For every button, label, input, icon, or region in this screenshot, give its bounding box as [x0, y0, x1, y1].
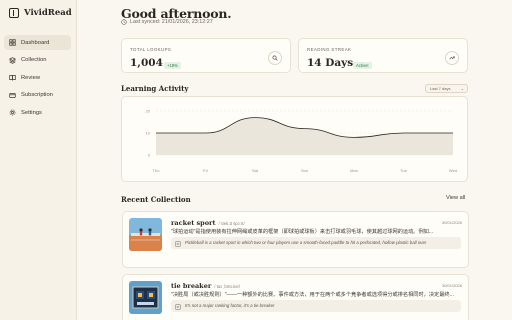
x-tick-label: Mon [350, 168, 358, 173]
stat-label: TOTAL LOOKUPS [130, 47, 172, 52]
activity-chart: 0 10 20 Thu Fri Sat Sun Mon Tue Wed [146, 109, 458, 174]
sidebar-item-review[interactable]: Review [4, 70, 71, 85]
x-tick-label: Sat [252, 168, 259, 173]
sidebar-nav: Dashboard Collection Review Subscription… [4, 35, 71, 123]
entry-word-text: tie breaker [171, 282, 212, 290]
entry-example-text: It's not a major ranking factor, it's a … [185, 303, 275, 308]
entry-date: 30/01/2026 [441, 220, 462, 225]
collection-entry[interactable]: racket sport/ˈræk.ɪt spɔːrt/ 30/01/2026 … [122, 211, 469, 268]
reading-streak-card: READING STREAK 14 Days Active! [298, 38, 468, 73]
main-content: Good afternoon. Last synced: 21/01/2026,… [77, 0, 512, 320]
x-tick-label: Tue [400, 168, 408, 173]
sidebar-item-settings[interactable]: Settings [4, 105, 71, 120]
sidebar-item-collection[interactable]: Collection [4, 53, 71, 68]
view-all-link[interactable]: View all [446, 195, 465, 201]
entry-example: It's not a major ranking factor, it's a … [171, 300, 461, 313]
activity-chart-card: 0 10 20 Thu Fri Sat Sun Mon Tue Wed [121, 96, 468, 182]
collection-title: Recent Collection [121, 195, 191, 204]
x-tick-label: Thu [153, 168, 160, 173]
sidebar-item-label: Review [21, 74, 41, 81]
x-tick-label: Fri [203, 168, 208, 173]
sidebar-item-subscription[interactable]: Subscription [4, 88, 71, 103]
range-select-value: Last 7 days [430, 86, 451, 91]
entry-example-text: Pickleball is a racket sport in which tw… [185, 240, 427, 245]
stat-label: READING STREAK [307, 47, 352, 52]
entry-pronunciation: /ˈræk.ɪt spɔːrt/ [218, 221, 245, 226]
grid-icon [9, 39, 16, 46]
series-area [156, 117, 453, 155]
y-tick-label: 20 [146, 109, 151, 114]
activity-title: Learning Activity [121, 84, 189, 93]
sidebar-item-label: Settings [21, 109, 42, 116]
sidebar-item-label: Collection [21, 57, 47, 63]
app-name: VividRead [24, 8, 72, 18]
stat-value: 14 Days [307, 57, 354, 69]
entry-example: Pickleball is a racket sport in which tw… [171, 237, 461, 250]
sidebar-item-label: Dashboard [21, 39, 50, 46]
sidebar-item-dashboard[interactable]: Dashboard [4, 35, 71, 50]
gear-icon [9, 109, 16, 116]
entry-date: 30/01/2026 [441, 283, 462, 288]
scoreboard-image [129, 281, 162, 314]
status-badge: Active! [353, 62, 372, 69]
layers-icon [9, 56, 16, 64]
book-icon [9, 75, 16, 81]
last-synced: Last synced: 21/01/2026, 23:12:27 [121, 19, 213, 25]
clock-icon [121, 19, 127, 25]
entry-pronunciation: /ˈtaɪ ˌbreɪ.kər/ [214, 284, 241, 289]
stat-value: 1,004 [130, 57, 163, 69]
trend-up-icon[interactable] [445, 51, 459, 65]
total-lookups-card: TOTAL LOOKUPS 1,004 +18% [121, 38, 291, 73]
entry-word-text: racket sport [171, 219, 216, 227]
entry-definition: "决胜局（或决胜规则）"——一种额外的比赛、事件或方法，用于在两个或多个竞争者或… [171, 292, 454, 298]
card-icon [9, 92, 16, 98]
x-tick-label: Wed [449, 168, 457, 173]
collection-entry[interactable]: tie breaker/ˈtaɪ ˌbreɪ.kər/ 30/01/2026 "… [122, 274, 469, 320]
x-tick-label: Sun [301, 168, 308, 173]
entry-word: racket sport/ˈræk.ɪt spɔːrt/ [171, 219, 245, 227]
y-tick-label: 0 [148, 153, 151, 158]
y-tick-label: 10 [146, 131, 151, 136]
chevron-down-icon: ⌄ [460, 86, 464, 91]
tennis-court-image [129, 218, 162, 251]
search-icon[interactable] [268, 51, 282, 65]
entry-definition: "球拍运动"是指使用装有拉伸网绳或皮革的框架（即球拍或球板）来击打球或羽毛球，使… [171, 229, 434, 235]
book-logo-icon [9, 8, 19, 18]
brand[interactable]: VividRead [9, 8, 72, 18]
sidebar-item-label: Subscription [21, 92, 53, 98]
quote-icon [175, 303, 181, 310]
range-select[interactable]: Last 7 days ⌄ [425, 84, 468, 93]
last-synced-text: Last synced: 21/01/2026, 23:12:27 [130, 19, 213, 25]
entry-word: tie breaker/ˈtaɪ ˌbreɪ.kər/ [171, 282, 240, 290]
quote-icon [175, 240, 181, 247]
sidebar: VividRead Dashboard Collection Review Su… [0, 0, 77, 320]
change-badge: +18% [164, 62, 181, 69]
